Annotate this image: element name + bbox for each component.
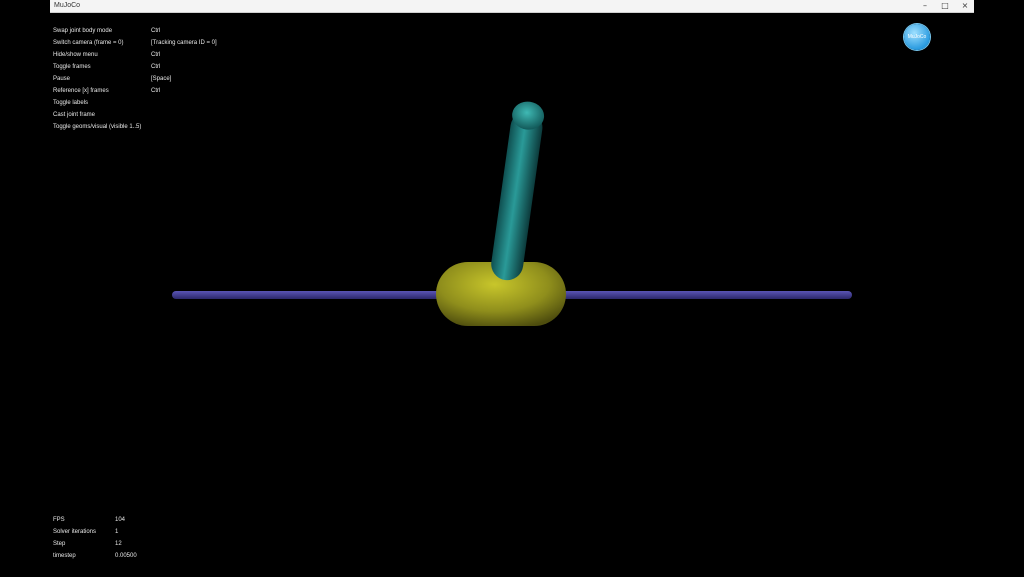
help-overlay: Swap joint body mode Ctrl Switch camera (… [53, 25, 273, 133]
help-row: Cast joint frame [53, 109, 273, 121]
help-row: Hide/show menu Ctrl [53, 49, 273, 61]
stats-row: Step 12 [53, 538, 213, 550]
help-row: Swap joint body mode Ctrl [53, 25, 273, 37]
minimize-button[interactable]: – [920, 1, 930, 11]
logo-label: MuJoCo [907, 34, 927, 40]
help-key: Hide/show menu [53, 52, 98, 58]
stats-value: 104 [115, 517, 126, 523]
help-key: Toggle frames [53, 64, 91, 70]
stats-overlay: FPS 104 Solver iterations 1 Step 12 timeste… [53, 514, 213, 562]
help-key: Toggle geoms/visual (visible 1..5) [53, 124, 142, 130]
stats-key: FPS [53, 517, 65, 523]
stats-value: 0.00500 [115, 553, 137, 559]
help-key: Cast joint frame [53, 112, 96, 118]
stats-key: timestep [53, 553, 76, 559]
maximize-button[interactable]: □ [940, 1, 950, 11]
help-key: Swap joint body mode [53, 28, 113, 34]
help-row: Pause [Space] [53, 73, 273, 85]
help-row: Toggle frames Ctrl [53, 61, 273, 73]
stats-row: FPS 104 [53, 514, 213, 526]
help-value: Ctrl [151, 28, 161, 34]
stats-key: Step [53, 541, 66, 547]
help-key: Reference [x] frames [53, 88, 109, 94]
title-bar[interactable]: MuJoCo – □ × [50, 0, 974, 13]
help-key: Switch camera (frame = 0) [53, 40, 124, 46]
help-row: Toggle labels [53, 97, 273, 109]
help-value: Ctrl [151, 52, 161, 58]
help-key: Pause [53, 76, 71, 82]
help-value: [Tracking camera ID = 0] [151, 40, 217, 46]
help-value: [Space] [151, 76, 172, 82]
stats-row: Solver iterations 1 [53, 526, 213, 538]
help-row: Toggle geoms/visual (visible 1..5) [53, 121, 273, 133]
stats-key: Solver iterations [53, 529, 97, 535]
stats-row: timestep 0.00500 [53, 550, 213, 562]
help-row: Switch camera (frame = 0) [Tracking camer… [53, 37, 273, 49]
help-value: Ctrl [151, 88, 161, 94]
close-button[interactable]: × [960, 1, 970, 11]
window-title: MuJoCo [54, 2, 81, 9]
stats-value: 12 [115, 541, 122, 547]
help-value: Ctrl [151, 64, 161, 70]
help-key: Toggle labels [53, 100, 89, 106]
help-row: Reference [x] frames Ctrl [53, 85, 273, 97]
mujoco-logo: MuJoCo [904, 24, 930, 50]
stats-value: 1 [115, 529, 119, 535]
